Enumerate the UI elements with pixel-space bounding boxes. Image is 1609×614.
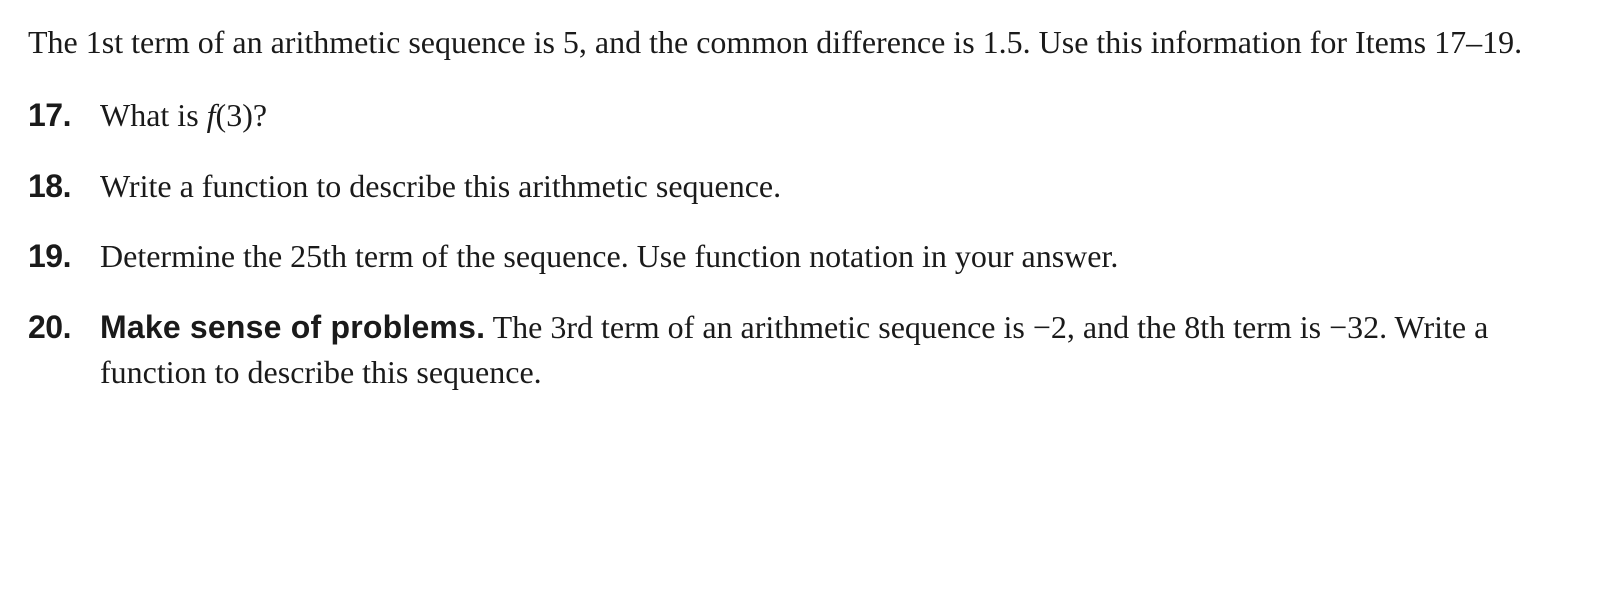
text: What is	[100, 97, 207, 133]
problem-number: 20.	[28, 305, 100, 350]
negative-number: −32	[1329, 309, 1379, 345]
problem-body: Make sense of problems. The 3rd term of …	[100, 305, 1581, 395]
intro-line-1: The 1st term of an arithmetic sequence i…	[28, 24, 1031, 60]
problem-20: 20. Make sense of problems. The 3rd term…	[28, 305, 1581, 395]
problem-body: Determine the 25th term of the sequence.…	[100, 234, 1581, 279]
intro-block: The 1st term of an arithmetic sequence i…	[28, 20, 1581, 65]
text: , and the 8th term is	[1067, 309, 1329, 345]
function-arg: (3)?	[216, 97, 268, 133]
problem-body: What is f(3)?	[100, 93, 1581, 138]
problem-18: 18. Write a function to describe this ar…	[28, 164, 1581, 209]
text: Determine the 25th term of the sequence.…	[100, 238, 1118, 274]
problem-bold-label: Make sense of problems.	[100, 309, 485, 345]
function-letter: f	[207, 97, 216, 133]
problem-number: 19.	[28, 234, 100, 279]
problem-number: 18.	[28, 164, 100, 209]
problem-number: 17.	[28, 93, 100, 138]
problem-body: Write a function to describe this arithm…	[100, 164, 1581, 209]
text: Write a function to describe this arithm…	[100, 168, 781, 204]
intro-line-2: Use this information for Items 17–19.	[1039, 24, 1522, 60]
problem-19: 19. Determine the 25th term of the seque…	[28, 234, 1581, 279]
text: The 3rd term of an arithmetic sequence i…	[485, 309, 1033, 345]
problem-17: 17. What is f(3)?	[28, 93, 1581, 138]
negative-number: −2	[1033, 309, 1067, 345]
